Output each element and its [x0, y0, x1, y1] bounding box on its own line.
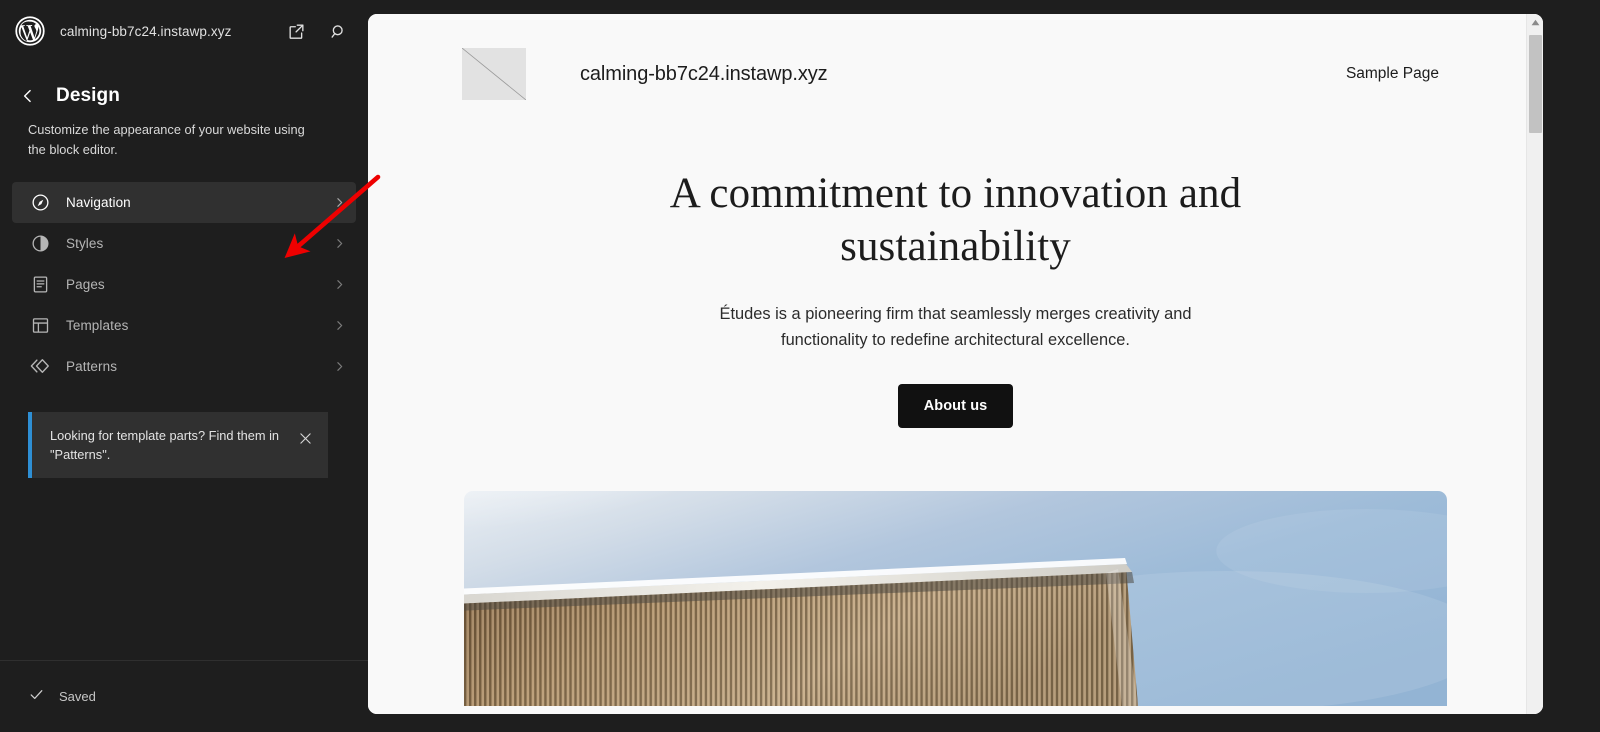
chevron-left-icon[interactable]: [16, 84, 40, 108]
hero-section: A commitment to innovation and sustainab…: [368, 106, 1543, 428]
sidebar-topbar: calming-bb7c24.instawp.xyz: [0, 0, 368, 62]
chevron-right-icon: [332, 360, 346, 373]
chevron-right-icon: [332, 196, 346, 209]
preview-scrollbar[interactable]: [1526, 14, 1543, 714]
site-name: calming-bb7c24.instawp.xyz: [580, 62, 828, 85]
patterns-icon: [28, 354, 52, 378]
site-logo-placeholder: [462, 48, 526, 100]
chevron-right-icon: [332, 278, 346, 291]
hero-paragraph: Études is a pioneering firm that seamles…: [719, 304, 1192, 350]
layout-icon: [28, 313, 52, 337]
check-icon: [28, 686, 45, 708]
sidebar-item-label: Templates: [66, 317, 129, 333]
about-us-button[interactable]: About us: [897, 383, 1014, 428]
page-icon: [28, 272, 52, 296]
site-editor-window: calming-bb7c24.instawp.xyz Design Custom…: [0, 0, 1600, 732]
hero-cta-wrapper: About us: [488, 383, 1423, 428]
sidebar-footer: Saved: [0, 660, 368, 732]
chevron-right-icon: [332, 237, 346, 250]
sidebar-item-label: Styles: [66, 235, 104, 251]
sidebar-nav: Navigation Styles Pages Templates Patter…: [0, 181, 368, 387]
topbar-icons: [282, 17, 352, 45]
close-icon[interactable]: [290, 424, 320, 454]
hero-image: [464, 490, 1447, 706]
sidebar-item-styles[interactable]: Styles: [12, 223, 356, 264]
notice-text: Looking for template parts? Find them in…: [50, 427, 280, 462]
hero-heading: A commitment to innovation and sustainab…: [669, 170, 1242, 270]
compass-icon: [28, 190, 52, 214]
page-title: Design: [56, 85, 120, 106]
sidebar-item-patterns[interactable]: Patterns: [12, 346, 356, 387]
template-parts-notice: Looking for template parts? Find them in…: [28, 411, 328, 479]
sidebar-item-navigation[interactable]: Navigation: [12, 181, 356, 223]
preview-scrollbar-thumb[interactable]: [1529, 35, 1542, 133]
sidebar-item-label: Navigation: [66, 194, 131, 210]
search-icon[interactable]: [324, 17, 352, 45]
sidebar-item-label: Patterns: [66, 358, 118, 374]
sidebar-item-label: Pages: [66, 276, 105, 292]
contrast-icon: [28, 231, 52, 255]
triangle-up-icon[interactable]: [1527, 14, 1543, 31]
sidebar-header: Design: [0, 62, 368, 114]
chevron-right-icon: [332, 319, 346, 332]
template-parts-notice-wrapper: Looking for template parts? Find them in…: [28, 411, 328, 479]
external-link-icon[interactable]: [282, 17, 310, 45]
site-preview-canvas[interactable]: calming-bb7c24.instawp.xyz Sample Page A…: [368, 14, 1543, 714]
site-nav-link-sample-page[interactable]: Sample Page: [1346, 65, 1439, 83]
editor-sidebar: calming-bb7c24.instawp.xyz Design Custom…: [0, 0, 368, 732]
wordpress-logo-icon[interactable]: [14, 15, 46, 47]
sidebar-item-templates[interactable]: Templates: [12, 305, 356, 346]
sidebar-item-pages[interactable]: Pages: [12, 264, 356, 305]
site-header: calming-bb7c24.instawp.xyz Sample Page: [368, 14, 1543, 106]
sidebar-description: Customize the appearance of your website…: [28, 122, 305, 157]
save-status-label: Saved: [59, 689, 96, 704]
previewed-site: calming-bb7c24.instawp.xyz Sample Page A…: [368, 14, 1543, 714]
sidebar-site-title: calming-bb7c24.instawp.xyz: [60, 23, 232, 39]
